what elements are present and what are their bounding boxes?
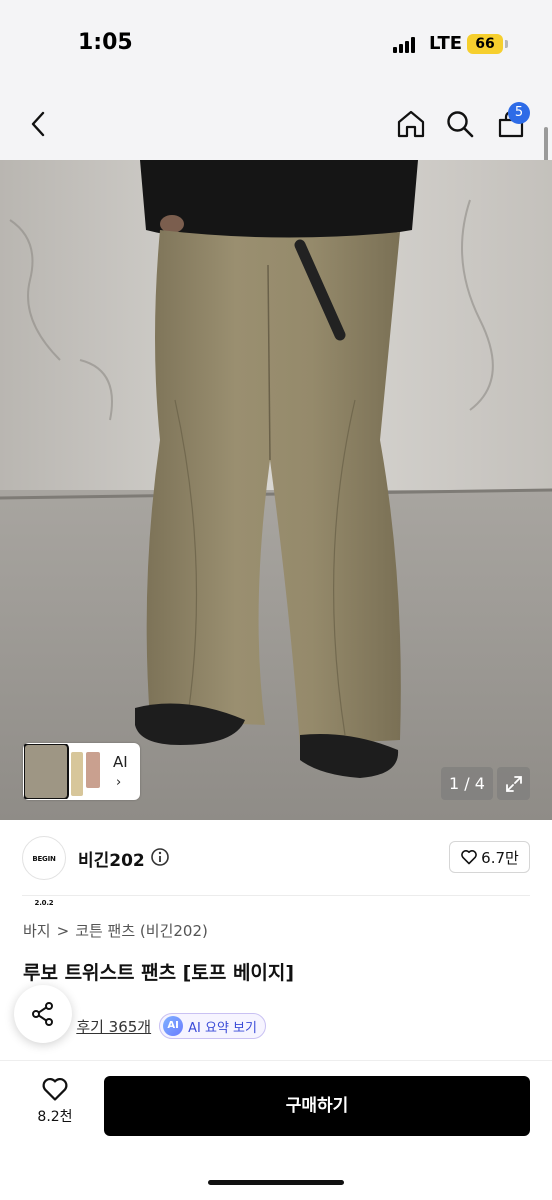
expand-image-button[interactable] [497,767,530,800]
product-title: 루보 트위스트 팬츠 [토프 베이지] [23,962,295,984]
signal-icon [393,37,415,53]
buy-button[interactable]: 구매하기 [104,1076,530,1136]
back-chevron-icon [31,111,45,137]
home-button[interactable] [391,104,431,144]
product-photo [0,160,552,820]
search-icon [447,111,474,138]
heart-icon [42,1077,68,1101]
back-button[interactable] [19,104,59,144]
breadcrumb-subcategory[interactable]: 코튼 팬츠 (비긴202) [75,920,208,941]
thumbnail-chevron-icon: › [116,775,122,790]
network-label: LTE [429,33,463,54]
info-icon [151,848,169,866]
wishlist-count: 8.2천 [37,1109,73,1125]
ai-chip-icon: AI [163,1016,184,1036]
ai-summary-label: AI 요약 보기 [188,1020,257,1036]
brand-logo[interactable]: BEGIN 2.0.2 [22,836,66,907]
search-button[interactable] [440,104,480,144]
wishlist-button[interactable]: 8.2천 [24,1076,86,1138]
brand-like-count: 6.7만 [481,848,519,867]
review-count-link[interactable]: 후기 365개 [76,1016,151,1037]
breadcrumb-category[interactable]: 바지 [23,920,51,941]
brand-like-button[interactable]: 6.7만 [449,841,530,873]
share-icon [32,1002,53,1026]
brand-info-button[interactable] [150,847,170,871]
divider [22,895,530,896]
thumbnail-strip[interactable]: AI › [23,743,140,800]
nav-bar [0,90,552,160]
home-icon [397,110,425,138]
cart-count-badge: 5 [508,102,530,124]
thumbnail-ai-label: AI [113,753,128,771]
battery-tip [505,40,508,48]
product-main-image[interactable] [0,160,552,820]
breadcrumb: 바지 > 코튼 팬츠 (비긴202) [23,920,208,941]
share-button[interactable] [14,985,72,1043]
expand-icon [505,775,522,792]
status-bar: 1:05 LTE 66 [0,0,552,90]
heart-icon [461,850,478,865]
image-page-indicator: 1 / 4 [441,767,493,800]
thumbnail-images [24,744,100,799]
ai-summary-button[interactable]: AI AI 요약 보기 [159,1013,266,1039]
brand-name[interactable]: 비긴202 [78,846,145,871]
home-indicator [208,1180,344,1185]
breadcrumb-separator-icon: > [56,921,70,940]
battery-icon: 66 [467,34,503,54]
status-time: 1:05 [78,30,133,55]
